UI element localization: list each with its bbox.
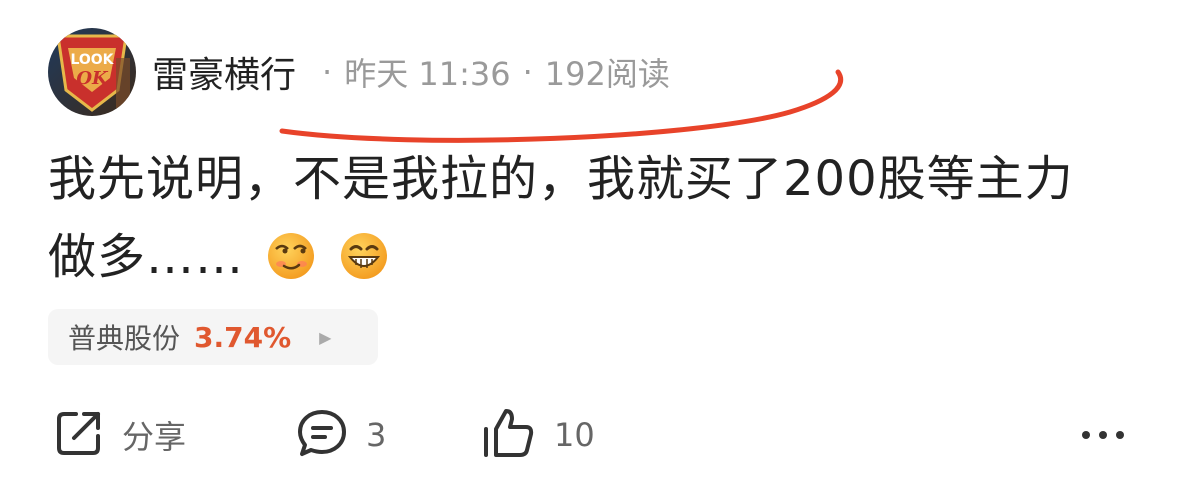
avatar[interactable]: LOOK OK [48,28,136,116]
read-count: 192阅读 [544,55,670,93]
post-content: 我先说明，不是我拉的，我就买了200股等主力 做多…… [48,140,1138,304]
stock-change: 3.74% [194,320,292,354]
thumbs-up-icon [482,407,536,463]
comment-count: 3 [366,416,387,454]
meta-separator: · [322,53,333,91]
share-label: 分享 [122,418,187,456]
share-button[interactable]: 分享 [54,400,186,470]
stock-tag[interactable]: 普典股份 3.74% ▶ [48,309,378,365]
content-line: 我先说明，不是我拉的，我就买了200股等主力 [48,151,1074,207]
author-name[interactable]: 雷豪横行 [152,46,296,98]
avatar-text-top: LOOK [70,52,114,68]
post-meta: · 昨天 11:36 · 192阅读 [310,49,670,95]
comment-button[interactable]: 3 [296,400,386,470]
content-line-2: 做多…… [48,218,1138,304]
content-text: 做多…… [48,229,245,285]
sly-smile-emoji-icon [266,226,316,304]
share-icon [54,408,104,462]
more-options-button[interactable] [1068,400,1138,470]
avatar-text-bottom: OK [76,68,109,89]
like-button[interactable]: 10 [482,400,595,470]
more-dots-icon [1078,426,1128,445]
post-header: LOOK OK 雷豪横行 · 昨天 11:36 · 192阅读 [48,28,670,116]
post-time: 昨天 11:36 [344,55,511,93]
meta-separator: · [522,53,533,91]
stock-name: 普典股份 [68,322,181,355]
chevron-right-icon: ▶ [319,327,332,347]
like-count: 10 [554,416,595,454]
grin-emoji-icon [339,226,389,304]
post-card: LOOK OK 雷豪横行 · 昨天 11:36 · 192阅读 我先说明，不是我… [0,0,1179,490]
action-bar: 分享 3 10 [48,400,1138,470]
comment-icon [296,408,348,462]
